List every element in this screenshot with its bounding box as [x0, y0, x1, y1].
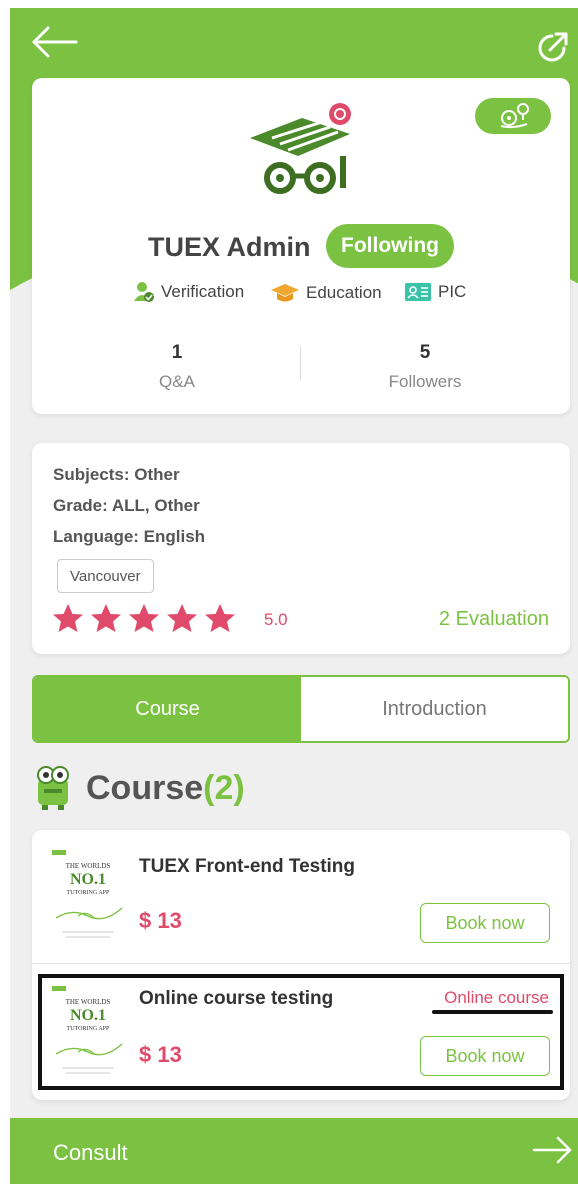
qa-label: Q&A [159, 372, 195, 391]
arrow-right-icon [532, 1134, 572, 1166]
map-button[interactable] [475, 98, 551, 134]
following-button[interactable]: Following [326, 224, 454, 268]
thumb-line2: NO.1 [70, 871, 106, 888]
top-edge [0, 0, 578, 8]
share-icon [538, 32, 568, 62]
course-item[interactable]: THE WORLDS NO.1 TUTORING APP TUEX Front-… [32, 830, 570, 964]
mascot-icon [37, 766, 69, 810]
thumb-line1: THE WORLDS [66, 998, 111, 1006]
course-heading-text: Course [86, 768, 204, 807]
subjects-text: Subjects: Other [53, 465, 180, 484]
rating-stars [52, 603, 252, 637]
qa-stat[interactable]: 1 Q&A [77, 342, 277, 392]
followers-stat[interactable]: 5 Followers [325, 342, 525, 392]
consult-bar[interactable]: Consult [10, 1118, 578, 1184]
course-price: $ 13 [139, 908, 182, 933]
graduation-cap-icon [271, 284, 299, 302]
course-price: $ 13 [139, 1042, 182, 1067]
pic-badge: PIC [404, 281, 466, 303]
education-badge: Education [270, 281, 382, 305]
course-item[interactable]: THE WORLDS NO.1 TUTORING APP Online cour… [32, 966, 570, 1100]
star-icon [91, 604, 121, 632]
book-now-button[interactable]: Book now [420, 903, 550, 943]
course-thumbnail: THE WORLDS NO.1 TUTORING APP [48, 982, 128, 1082]
star-icon [53, 604, 83, 632]
stats-divider [300, 346, 301, 380]
education-label: Education [306, 283, 382, 302]
followers-label: Followers [388, 372, 462, 391]
qa-count: 1 [171, 342, 183, 363]
course-heading-count: (2) [203, 768, 245, 807]
thumb-line3: TUTORING APP [67, 890, 110, 896]
app-screen: TUEX Admin Following Verification Educat… [0, 0, 578, 1184]
course-list: THE WORLDS NO.1 TUTORING APP TUEX Front-… [32, 830, 570, 1100]
thumb-line3: TUTORING APP [67, 1026, 110, 1032]
verification-label: Verification [161, 282, 245, 301]
left-edge [0, 0, 10, 1184]
course-thumbnail: THE WORLDS NO.1 TUTORING APP [48, 846, 128, 946]
thumb-line2: NO.1 [70, 1007, 106, 1024]
language-text: Language: English [53, 527, 206, 546]
followers-count: 5 [419, 342, 431, 363]
share-button[interactable] [534, 30, 570, 66]
tab-bar: Course Introduction [32, 675, 570, 743]
info-card: Subjects: Other Grade: ALL, Other Langua… [32, 443, 570, 654]
pic-label: PIC [438, 282, 467, 301]
star-icon [205, 604, 235, 632]
course-section-heading: Course (2) [32, 760, 245, 816]
id-card-icon [405, 283, 431, 301]
back-button[interactable] [30, 24, 78, 60]
arrow-left-icon [32, 26, 78, 58]
book-now-button[interactable]: Book now [420, 1036, 550, 1076]
badges-row: Verification Education PIC [32, 281, 570, 311]
user-check-icon [134, 282, 154, 302]
course-title: TUEX Front-end Testing [139, 856, 356, 877]
stats-row: 1 Q&A 5 Followers [32, 342, 570, 402]
underline-annotation [432, 1010, 553, 1014]
verification-badge: Verification [133, 281, 244, 303]
map-pin-icon [500, 103, 529, 129]
grade-text: Grade: ALL, Other [53, 496, 200, 515]
evaluation-link[interactable]: 2 Evaluation [439, 608, 549, 631]
profile-card: TUEX Admin Following Verification Educat… [32, 78, 570, 414]
star-icon [167, 604, 197, 632]
rating-value: 5.0 [264, 610, 288, 629]
name-row: TUEX Admin Following [32, 224, 570, 270]
online-course-tag: Online course [444, 988, 549, 1007]
course-title: Online course testing [139, 988, 334, 1009]
star-icon [129, 604, 159, 632]
consult-label: Consult [53, 1140, 128, 1165]
tab-introduction[interactable]: Introduction [301, 677, 568, 741]
tab-course[interactable]: Course [34, 677, 301, 741]
thumb-line1: THE WORLDS [66, 862, 111, 870]
city-tag: Vancouver [57, 559, 154, 593]
tuex-logo [240, 100, 360, 196]
profile-name: TUEX Admin [148, 232, 311, 262]
